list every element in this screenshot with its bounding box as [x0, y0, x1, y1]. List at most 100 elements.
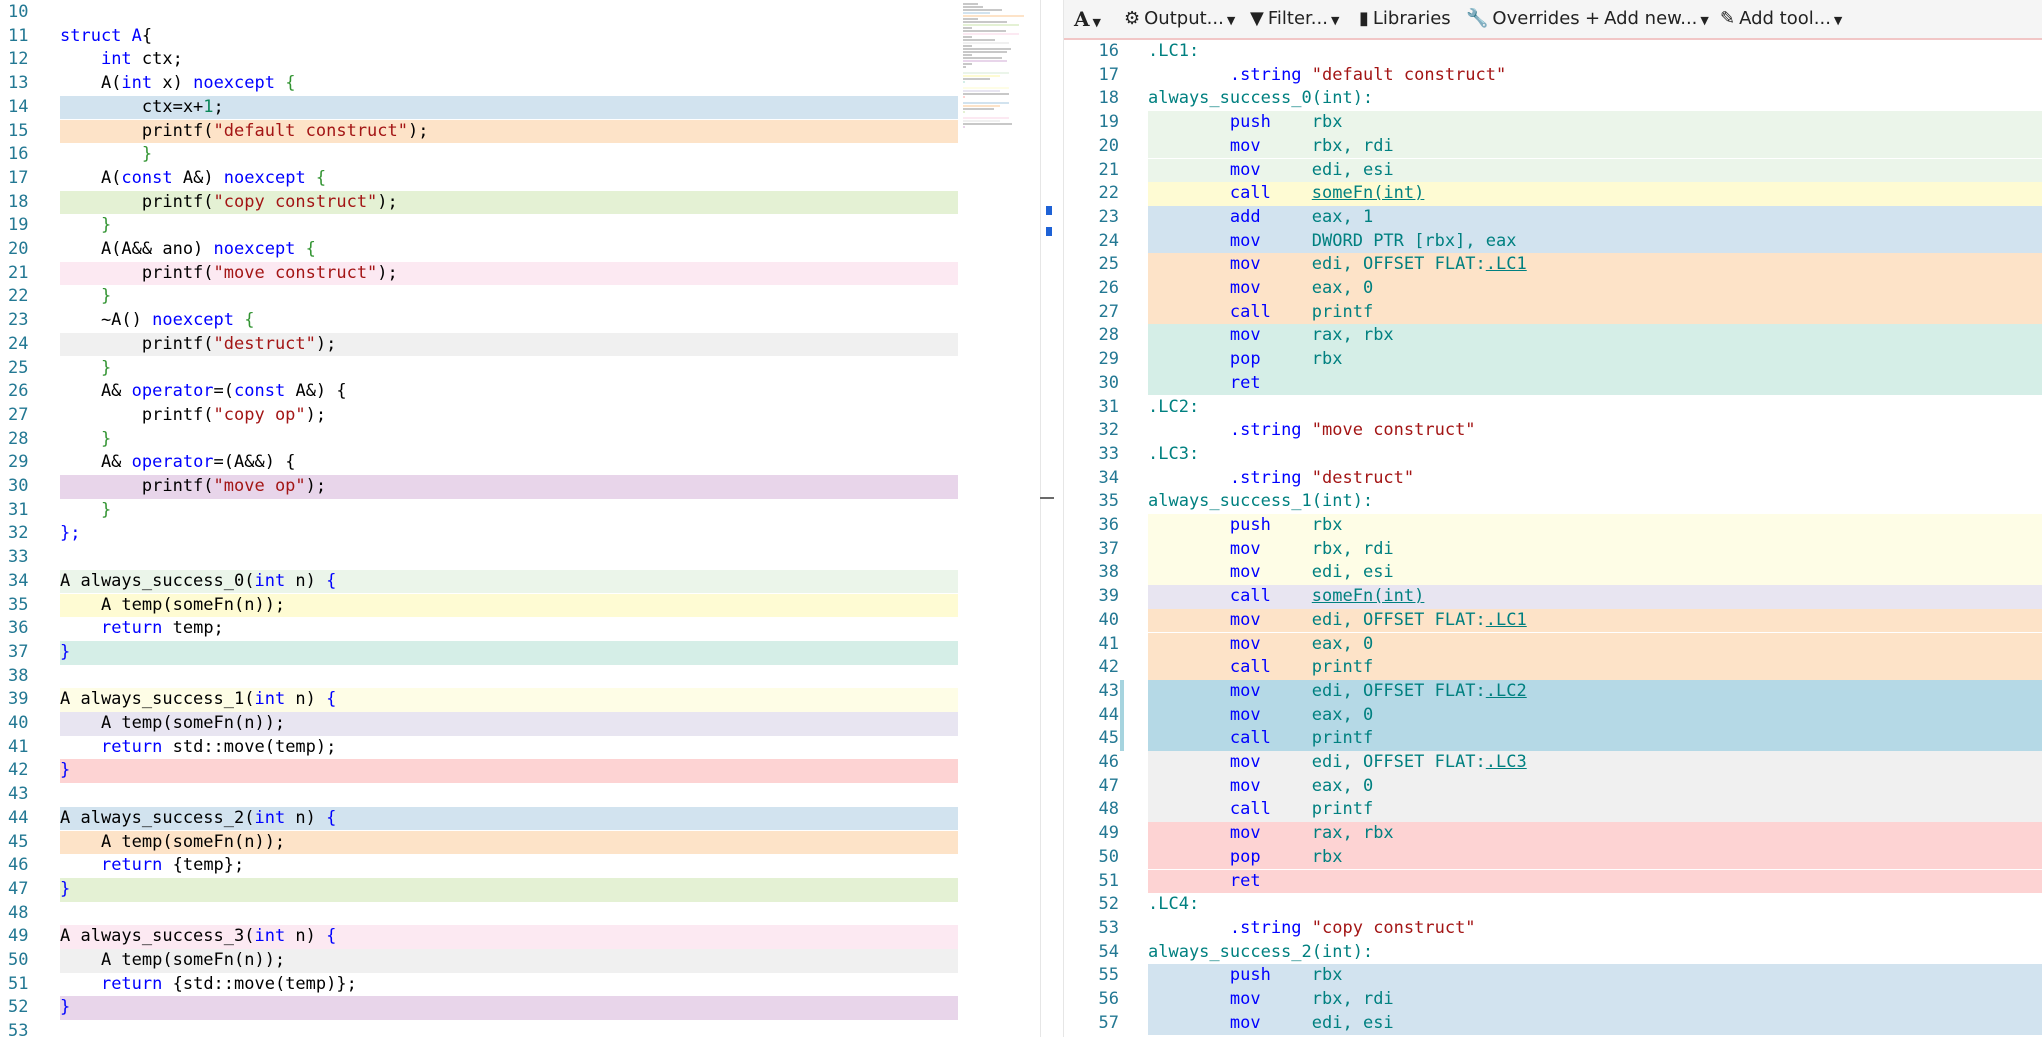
filter-menu-button[interactable]: ▼ Filter... ▼ [1250, 0, 1339, 38]
source-line[interactable]: 42} [0, 759, 1040, 784]
asm-line[interactable]: 52 .LC4: [1064, 893, 2042, 917]
asm-line[interactable]: 35 always_success_1(int): [1064, 490, 2042, 514]
editor-minimap[interactable] [963, 0, 1035, 210]
source-line[interactable]: 20 A(A&& ano) noexcept { [0, 238, 1040, 262]
source-line[interactable]: 53 [0, 1020, 1040, 1037]
source-line[interactable]: 32}; [0, 522, 1040, 546]
asm-line[interactable]: 46 mov edi, OFFSET FLAT:.LC3 [1064, 751, 2042, 775]
asm-label-link[interactable]: .LC1 [1486, 610, 1527, 630]
font-size-button[interactable]: A ▼ [1074, 0, 1101, 38]
source-line[interactable]: 50 A temp(someFn(n)); [0, 949, 1040, 973]
source-line[interactable]: 47} [0, 877, 1040, 902]
asm-line[interactable]: 50 pop rbx [1064, 845, 2042, 870]
source-line[interactable]: 52} [0, 996, 1040, 1021]
source-line[interactable]: 10 [0, 1, 1040, 25]
asm-line[interactable]: 47 mov eax, 0 [1064, 774, 2042, 799]
asm-line[interactable]: 48 call printf [1064, 798, 2042, 823]
asm-line[interactable]: 29 pop rbx [1064, 348, 2042, 372]
asm-line[interactable]: 21 mov edi, esi [1064, 158, 2042, 183]
asm-line[interactable]: 18 always_success_0(int): [1064, 87, 2042, 111]
source-line[interactable]: 38 [0, 665, 1040, 689]
add-new-button[interactable]: + Add new... ▼ [1585, 0, 1709, 38]
asm-line[interactable]: 33 .LC3: [1064, 443, 2042, 467]
source-line[interactable]: 29 A& operator=(A&&) { [0, 451, 1040, 475]
source-line[interactable]: 40 A temp(someFn(n)); [0, 712, 1040, 736]
asm-line[interactable]: 24 mov DWORD PTR [rbx], eax [1064, 229, 2042, 254]
asm-line[interactable]: 20 mov rbx, rdi [1064, 134, 2042, 159]
source-line[interactable]: 41 return std::move(temp); [0, 736, 1040, 760]
asm-line[interactable]: 37 mov rbx, rdi [1064, 537, 2042, 562]
add-tool-button[interactable]: ✎ Add tool... ▼ [1720, 0, 1842, 38]
asm-line[interactable]: 25 mov edi, OFFSET FLAT:.LC1 [1064, 253, 2042, 277]
source-line[interactable]: 36 return temp; [0, 617, 1040, 641]
source-line[interactable]: 25 } [0, 357, 1040, 381]
output-menu-button[interactable]: ⚙ Output... ▼ [1124, 0, 1235, 38]
asm-line[interactable]: 38 mov edi, esi [1064, 561, 2042, 586]
asm-label-link[interactable]: .LC3 [1486, 752, 1527, 772]
asm-line[interactable]: 54 always_success_2(int): [1064, 941, 2042, 965]
asm-line[interactable]: 45 call printf [1064, 727, 2042, 751]
asm-line[interactable]: 57 mov edi, esi [1064, 1011, 2042, 1036]
asm-line[interactable]: 30 ret [1064, 371, 2042, 396]
overrides-button[interactable]: 🔧 Overrides [1466, 0, 1580, 38]
asm-line[interactable]: 28 mov rax, rbx [1064, 324, 2042, 349]
source-line[interactable]: 11 struct A{ [0, 25, 1040, 49]
asm-line[interactable]: 19 push rbx [1064, 111, 2042, 135]
source-editor[interactable]: 10 11 struct A{12 int ctx; 13 A(int x) noex… [0, 0, 1040, 1037]
source-line[interactable]: 33 [0, 546, 1040, 570]
source-line[interactable]: 39 A always_success_1(int n) { [0, 688, 1040, 712]
source-line[interactable]: 48 [0, 902, 1040, 926]
source-line[interactable]: 24 printf("destruct"); [0, 332, 1040, 357]
source-line[interactable]: 18 printf("copy construct"); [0, 190, 1040, 215]
source-line[interactable]: 21 printf("move construct"); [0, 261, 1040, 286]
asm-line[interactable]: 23 add eax, 1 [1064, 205, 2042, 230]
asm-line[interactable]: 56 mov rbx, rdi [1064, 988, 2042, 1012]
asm-line[interactable]: 40 mov edi, OFFSET FLAT:.LC1 [1064, 608, 2042, 633]
asm-operands[interactable]: someFn(int) [1312, 183, 1425, 203]
asm-line[interactable]: 51 ret [1064, 869, 2042, 894]
asm-line[interactable]: 53 .string "copy construct" [1064, 917, 2042, 941]
source-line[interactable]: 19 } [0, 214, 1040, 238]
source-line[interactable]: 49 A always_success_3(int n) { [0, 925, 1040, 949]
splitter-grip[interactable] [1040, 497, 1054, 499]
source-line[interactable]: 44 A always_success_2(int n) { [0, 806, 1040, 831]
source-line[interactable]: 15 printf("default construct"); [0, 119, 1040, 144]
source-line[interactable]: 30 printf("move op"); [0, 475, 1040, 499]
source-line[interactable]: 35 A temp(someFn(n)); [0, 593, 1040, 618]
assembly-listing[interactable]: 16 .LC1: 17 .string "default construct" 18 a… [1064, 40, 2042, 1037]
asm-line[interactable]: 44 mov eax, 0 [1064, 703, 2042, 728]
asm-line[interactable]: 39 call someFn(int) [1064, 585, 2042, 609]
source-line[interactable]: 46 return {temp}; [0, 854, 1040, 878]
source-line[interactable]: 22 } [0, 285, 1040, 309]
source-line[interactable]: 17 A(const A&) noexcept { [0, 167, 1040, 191]
asm-line[interactable]: 31 .LC2: [1064, 396, 2042, 420]
source-line[interactable]: 27 printf("copy op"); [0, 404, 1040, 428]
asm-label-link[interactable]: .LC1 [1486, 254, 1527, 274]
source-line[interactable]: 51 return {std::move(temp)}; [0, 973, 1040, 997]
asm-line[interactable]: 42 call printf [1064, 656, 2042, 680]
source-line[interactable]: 34 A always_success_0(int n) { [0, 569, 1040, 594]
asm-line[interactable]: 22 call someFn(int) [1064, 182, 2042, 206]
asm-line[interactable]: 26 mov eax, 0 [1064, 277, 2042, 301]
source-line[interactable]: 26 A& operator=(const A&) { [0, 380, 1040, 404]
source-line[interactable]: 16 } [0, 143, 1040, 167]
assembly-output-pane[interactable]: A ▼ ⚙ Output... ▼ ▼ Filter... ▼ ▮ Libraries 🔧 O… [1064, 0, 2042, 1037]
source-line[interactable]: 14 ctx=x+1; [0, 95, 1040, 120]
asm-line[interactable]: 17 .string "default construct" [1064, 64, 2042, 88]
source-line[interactable]: 45 A temp(someFn(n)); [0, 830, 1040, 855]
source-line[interactable]: 28 } [0, 428, 1040, 452]
asm-line[interactable]: 49 mov rax, rbx [1064, 822, 2042, 846]
asm-line[interactable]: 16 .LC1: [1064, 40, 2042, 64]
source-line[interactable]: 12 int ctx; [0, 48, 1040, 72]
asm-line[interactable]: 43 mov edi, OFFSET FLAT:.LC2 [1064, 679, 2042, 704]
asm-operands[interactable]: someFn(int) [1312, 586, 1425, 606]
asm-line[interactable]: 41 mov eax, 0 [1064, 632, 2042, 657]
source-line[interactable]: 37} [0, 640, 1040, 665]
asm-label-link[interactable]: .LC2 [1486, 681, 1527, 701]
source-line[interactable]: 23 ~A() noexcept { [0, 309, 1040, 333]
asm-line[interactable]: 55 push rbx [1064, 964, 2042, 988]
source-line[interactable]: 31 } [0, 499, 1040, 523]
libraries-button[interactable]: ▮ Libraries [1359, 0, 1451, 38]
source-line[interactable]: 13 A(int x) noexcept { [0, 72, 1040, 96]
source-line[interactable]: 43 [0, 783, 1040, 807]
